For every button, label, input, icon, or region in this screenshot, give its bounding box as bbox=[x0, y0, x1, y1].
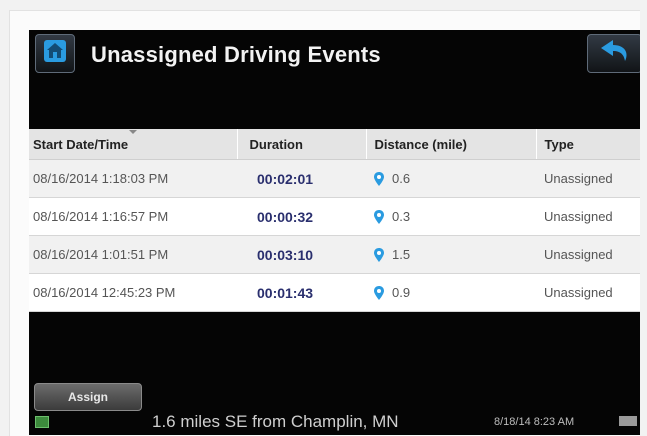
start-cell: 08/16/2014 12:45:23 PM bbox=[29, 273, 237, 312]
location-text: 1.6 miles SE from Champlin, MN bbox=[152, 412, 399, 431]
map-pin-icon[interactable] bbox=[374, 210, 384, 224]
column-header-type[interactable]: Type bbox=[536, 129, 640, 160]
home-button[interactable] bbox=[35, 34, 75, 73]
battery-icon bbox=[619, 416, 637, 426]
column-header-duration[interactable]: Duration bbox=[237, 129, 367, 160]
back-arrow-icon bbox=[595, 37, 635, 70]
duration-cell: 00:00:32 bbox=[237, 197, 366, 236]
type-cell: Unassigned bbox=[536, 273, 640, 312]
column-header-distance[interactable]: Distance (mile) bbox=[366, 129, 537, 160]
column-header-start[interactable]: Start Date/Time bbox=[29, 129, 238, 160]
distance-cell: 0.6 bbox=[366, 159, 536, 198]
type-cell: Unassigned bbox=[536, 197, 640, 236]
status-icon bbox=[35, 416, 49, 428]
duration-cell: 00:03:10 bbox=[237, 235, 366, 274]
device-screen: Unassigned Driving Events Start Date/Tim… bbox=[29, 30, 640, 435]
start-cell: 08/16/2014 1:18:03 PM bbox=[29, 159, 237, 198]
distance-cell: 1.5 bbox=[366, 235, 536, 274]
back-button[interactable] bbox=[587, 34, 640, 73]
timestamp-text: 8/18/14 8:23 AM bbox=[494, 416, 575, 428]
home-icon bbox=[43, 39, 67, 68]
duration-cell: 00:01:43 bbox=[237, 273, 366, 312]
start-cell: 08/16/2014 1:16:57 PM bbox=[29, 197, 237, 236]
page-title: Unassigned Driving Events bbox=[91, 42, 381, 67]
distance-value: 0.9 bbox=[392, 285, 411, 300]
assign-button[interactable]: Assign bbox=[34, 383, 142, 411]
table-row[interactable]: 08/16/2014 1:18:03 PM 00:02:01 0.6 Unass… bbox=[29, 159, 640, 198]
start-cell: 08/16/2014 1:01:51 PM bbox=[29, 235, 237, 274]
distance-cell: 0.9 bbox=[366, 273, 536, 312]
title-bar: Unassigned Driving Events bbox=[29, 30, 640, 87]
map-pin-icon[interactable] bbox=[374, 286, 384, 300]
distance-value: 0.6 bbox=[392, 171, 411, 186]
map-pin-icon[interactable] bbox=[374, 172, 384, 186]
table-header-row: Start Date/Time Duration Distance (mile)… bbox=[29, 129, 640, 160]
type-cell: Unassigned bbox=[536, 159, 640, 198]
table-row[interactable]: 08/16/2014 12:45:23 PM 00:01:43 0.9 Unas… bbox=[29, 273, 640, 312]
distance-value: 0.3 bbox=[392, 209, 411, 224]
type-cell: Unassigned bbox=[536, 235, 640, 274]
map-pin-icon[interactable] bbox=[374, 248, 384, 262]
table-row[interactable]: 08/16/2014 1:01:51 PM 00:03:10 1.5 Unass… bbox=[29, 235, 640, 274]
duration-cell: 00:02:01 bbox=[237, 159, 366, 198]
events-table: Start Date/Time Duration Distance (mile)… bbox=[29, 129, 640, 312]
table-row[interactable]: 08/16/2014 1:16:57 PM 00:00:32 0.3 Unass… bbox=[29, 197, 640, 236]
distance-value: 1.5 bbox=[392, 247, 411, 262]
distance-cell: 0.3 bbox=[366, 197, 536, 236]
